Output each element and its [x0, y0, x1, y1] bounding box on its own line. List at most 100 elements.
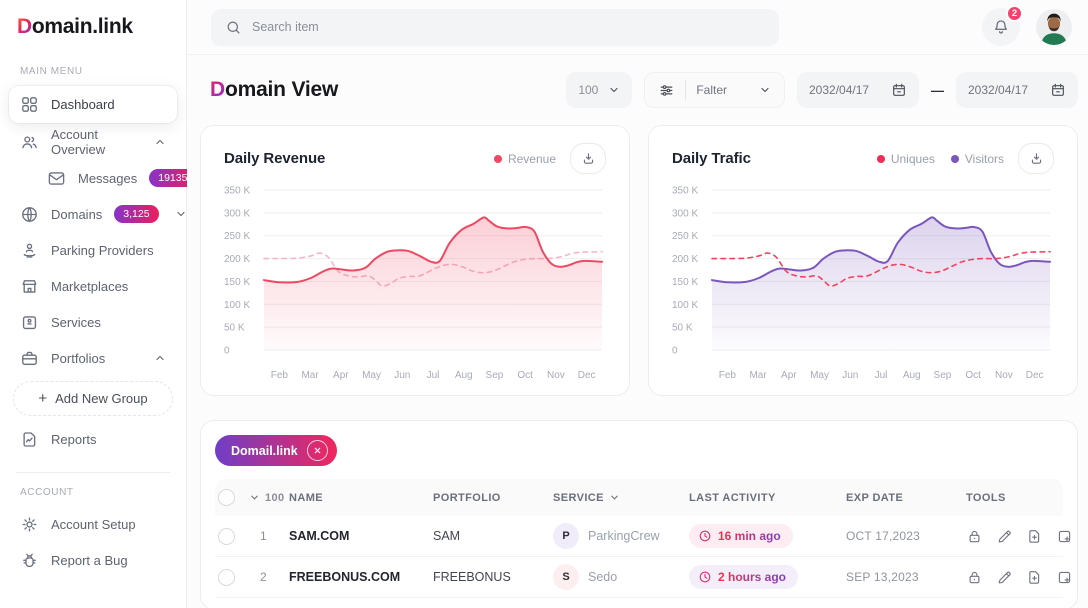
service-name: ParkingCrew [588, 529, 660, 543]
lock-icon[interactable] [966, 569, 983, 586]
daily-revenue-card: Daily Revenue Revenue 350 K300 K250 K200… [200, 125, 630, 396]
add-new-group-label: Add New Group [55, 391, 148, 406]
sidebar: Domain.link MAIN MENU Dashboard Account … [0, 0, 187, 608]
svg-text:300 K: 300 K [224, 208, 250, 219]
lock-icon[interactable] [966, 528, 983, 545]
storefront-icon [20, 277, 39, 296]
legend-dot [877, 155, 885, 163]
legend-item: Revenue [494, 152, 556, 166]
filter-tag-row: Domail.link [215, 435, 1063, 466]
last-activity-text: 16 min ago [718, 529, 781, 543]
svg-text:250 K: 250 K [672, 231, 698, 242]
avatar[interactable] [1036, 9, 1072, 45]
note-add-icon[interactable] [1056, 569, 1073, 586]
sidebar-item-account-setup[interactable]: Account Setup [9, 507, 177, 541]
chevron-down-icon[interactable] [249, 492, 260, 503]
legend-label: Revenue [508, 152, 556, 166]
svg-text:200 K: 200 K [224, 254, 250, 265]
charts-row: Daily Revenue Revenue 350 K300 K250 K200… [200, 125, 1078, 396]
domain-name: FREEBONUS.COM [289, 570, 433, 584]
portfolio-name: FREEBONUS [433, 570, 553, 584]
search-input[interactable] [252, 20, 765, 34]
sidebar-item-report-a-bug[interactable]: Report a Bug [9, 543, 177, 577]
page-title: Domain View [210, 78, 338, 102]
svg-text:May: May [810, 370, 829, 381]
svg-text:Feb: Feb [719, 370, 737, 381]
last-activity-pill: 16 min ago [689, 524, 793, 548]
date-to-picker[interactable]: 2032/04/17 [956, 72, 1078, 108]
table-header-exp-date: EXP DATE [846, 492, 966, 504]
file-plus-icon[interactable] [1026, 569, 1043, 586]
sidebar-item-portfolios[interactable]: Portfolios [9, 341, 177, 375]
svg-text:Apr: Apr [333, 370, 349, 381]
sidebar-item-marketplaces[interactable]: Marketplaces [9, 269, 177, 303]
sidebar-item-label: Report a Bug [51, 553, 128, 568]
service-initial-badge: P [553, 523, 579, 549]
sidebar-item-services[interactable]: Services [9, 305, 177, 339]
legend-item: Uniques [877, 152, 935, 166]
table-header-name: NAME [289, 492, 433, 504]
svg-text:Oct: Oct [517, 370, 533, 381]
services-box-icon [20, 313, 39, 332]
download-icon [581, 151, 596, 166]
sidebar-item-label: Parking Providers [51, 243, 154, 258]
select-all-checkbox[interactable] [218, 489, 235, 506]
sidebar-item-domains[interactable]: Domains 3,125 [9, 197, 177, 231]
notification-count-badge: 2 [1006, 5, 1023, 22]
svg-text:Nov: Nov [547, 370, 565, 381]
svg-text:0: 0 [672, 346, 678, 357]
chevron-down-icon [175, 208, 187, 220]
sidebar-item-reports[interactable]: Reports [9, 422, 177, 456]
svg-text:50 K: 50 K [672, 323, 693, 334]
active-filter-tag[interactable]: Domail.link [215, 435, 337, 466]
sidebar-divider [16, 472, 170, 473]
date-from-picker[interactable]: 2032/04/17 [797, 72, 919, 108]
add-new-group-button[interactable]: + Add New Group [13, 381, 173, 416]
file-plus-icon[interactable] [1026, 528, 1043, 545]
chevron-up-icon [154, 136, 166, 148]
page-title-text: omain View [225, 78, 338, 101]
page-size-select[interactable]: 100 [566, 72, 632, 108]
remove-filter-button[interactable] [307, 440, 328, 461]
download-chart-button[interactable] [1018, 143, 1054, 174]
table-header-tools: TOOLS [966, 492, 1063, 504]
download-chart-button[interactable] [570, 143, 606, 174]
date-to-value: 2032/04/17 [968, 83, 1028, 97]
gear-icon [20, 515, 39, 534]
note-add-icon[interactable] [1056, 528, 1073, 545]
table-row: 1 SAM.COM SAM P ParkingCrew 16 min ago O… [215, 516, 1063, 557]
row-checkbox[interactable] [218, 528, 235, 545]
table-header-service: SERVICE [553, 492, 604, 504]
svg-text:300 K: 300 K [672, 208, 698, 219]
domains-count-badge: 3,125 [114, 205, 158, 223]
table-header-count: 100 [265, 492, 285, 504]
sidebar-item-parking-providers[interactable]: Parking Providers [9, 233, 177, 267]
content: Domain View 100 Falter 2032/04/17 [187, 55, 1088, 608]
table-row: 2 FREEBONUS.COM FREEBONUS S Sedo 2 hours… [215, 557, 1063, 598]
edit-pencil-icon[interactable] [996, 528, 1013, 545]
notifications-button[interactable]: 2 [982, 8, 1020, 46]
calendar-icon [1050, 82, 1066, 98]
svg-text:150 K: 150 K [224, 277, 250, 288]
clock-icon [698, 570, 712, 584]
svg-text:Aug: Aug [455, 370, 473, 381]
search-bar[interactable] [211, 9, 779, 46]
chart-legend: Uniques Visitors [877, 152, 1004, 166]
chevron-down-icon[interactable] [609, 492, 620, 503]
filter-dropdown[interactable]: Falter [644, 72, 785, 108]
calendar-icon [891, 82, 907, 98]
chart-legend: Revenue [494, 152, 556, 166]
svg-text:Aug: Aug [903, 370, 921, 381]
row-tools [966, 569, 1073, 586]
page-title-gradient-letter: D [210, 78, 225, 101]
domains-table-card: Domail.link 100 NAME PORTFOLIO SERVICE [200, 420, 1078, 608]
row-checkbox[interactable] [218, 569, 235, 586]
sidebar-item-account-overview[interactable]: Account Overview [9, 125, 177, 159]
sidebar-item-label: Reports [51, 432, 97, 447]
svg-text:Oct: Oct [965, 370, 981, 381]
sidebar-item-dashboard[interactable]: Dashboard [9, 86, 177, 123]
sidebar-item-label: Messages [78, 171, 137, 186]
sidebar-item-messages[interactable]: Messages 19135 [36, 161, 177, 195]
bell-icon [991, 17, 1011, 37]
edit-pencil-icon[interactable] [996, 569, 1013, 586]
